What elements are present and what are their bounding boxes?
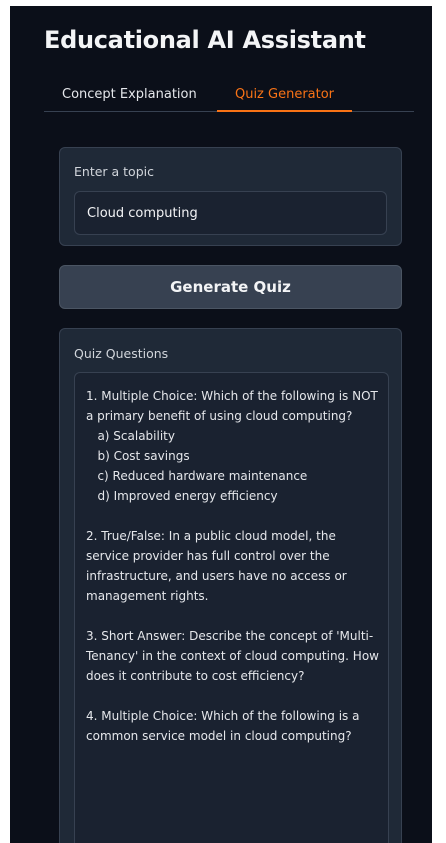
quiz-questions-text: 1. Multiple Choice: Which of the followi… (86, 389, 379, 743)
page-title: Educational AI Assistant (44, 26, 366, 54)
tab-bar: Concept Explanation Quiz Generator (44, 84, 414, 112)
topic-input[interactable] (74, 191, 387, 235)
active-tab-indicator (217, 110, 352, 112)
topic-label: Enter a topic (74, 164, 154, 179)
quiz-questions-label: Quiz Questions (74, 346, 169, 361)
topic-panel: Enter a topic (59, 147, 402, 246)
generate-quiz-button[interactable]: Generate Quiz (59, 265, 402, 309)
tab-concept-explanation[interactable]: Concept Explanation (62, 87, 197, 103)
quiz-output-textbox[interactable]: 1. Multiple Choice: Which of the followi… (74, 372, 389, 843)
app-window: Educational AI Assistant Concept Explana… (10, 6, 432, 843)
tab-quiz-generator[interactable]: Quiz Generator (217, 87, 352, 103)
quiz-panel: Quiz Questions 1. Multiple Choice: Which… (59, 328, 402, 843)
